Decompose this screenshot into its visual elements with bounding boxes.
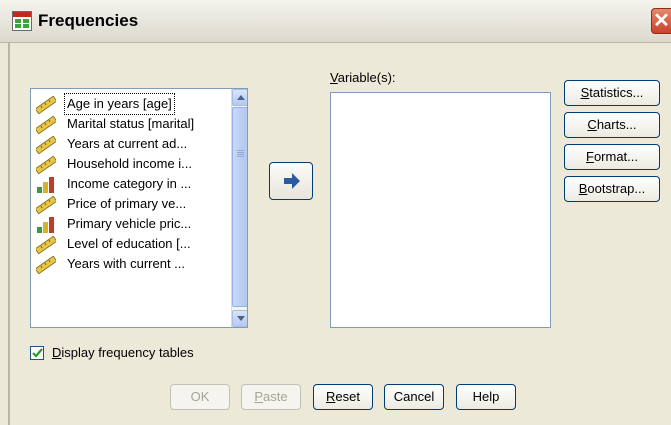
list-item[interactable]: Age in years [age] (35, 93, 231, 115)
display-frequency-tables-label[interactable]: Display frequency tables (52, 345, 194, 360)
scroll-down-arrow-icon[interactable] (232, 310, 247, 327)
title-bar[interactable]: Frequencies ✕ (0, 0, 671, 43)
list-item[interactable]: Household income i... (35, 154, 231, 174)
list-item[interactable]: Years with current ... (35, 254, 231, 274)
variable-label: Income category in ... (67, 176, 192, 191)
list-item[interactable]: Primary vehicle pric... (35, 214, 231, 234)
paste-button[interactable]: Paste (241, 384, 301, 410)
right-arrow-icon (284, 173, 300, 189)
ordinal-bars-icon (35, 215, 55, 233)
move-to-variables-button[interactable] (269, 162, 313, 200)
app-table-icon (12, 11, 32, 31)
variable-label: Years with current ... (67, 256, 186, 271)
variables-label: Variable(s): (330, 70, 396, 85)
format-button[interactable]: Format... (564, 144, 660, 170)
variable-label: Marital status [marital] (67, 116, 195, 131)
list-item[interactable]: Price of primary ve... (35, 194, 231, 214)
ordinal-bars-icon (35, 175, 55, 193)
checkmark-icon (32, 348, 43, 358)
cancel-button[interactable]: Cancel (384, 384, 444, 410)
variable-label: Price of primary ve... (67, 196, 187, 211)
help-button[interactable]: Help (456, 384, 516, 410)
statistics-button[interactable]: Statistics... (564, 80, 660, 106)
variable-label: Primary vehicle pric... (67, 216, 192, 231)
scale-ruler-icon (35, 115, 56, 134)
source-variable-list[interactable]: Age in years [age] Marital status [marit… (30, 88, 248, 328)
grip-icon (237, 150, 244, 151)
list-item[interactable]: Years at current ad... (35, 134, 231, 154)
charts-button[interactable]: Charts... (564, 112, 660, 138)
bootstrap-button[interactable]: Bootstrap... (564, 176, 660, 202)
window-title: Frequencies (38, 11, 139, 30)
list-item[interactable]: Income category in ... (35, 174, 231, 194)
scroll-thumb[interactable] (232, 107, 247, 307)
display-frequency-tables-checkbox[interactable] (30, 346, 44, 360)
scale-ruler-icon (35, 135, 56, 154)
scale-ruler-icon (35, 195, 56, 214)
list-item[interactable]: Level of education [... (35, 234, 231, 254)
scale-ruler-icon (35, 235, 56, 254)
variable-label: Years at current ad... (67, 136, 188, 151)
list-scrollbar[interactable] (231, 89, 247, 327)
variable-label: Level of education [... (67, 236, 191, 251)
target-variable-list[interactable] (330, 92, 551, 328)
scale-ruler-icon (35, 95, 56, 114)
frequencies-dialog: Frequencies ✕ Age in years [age] Marital… (0, 0, 671, 425)
close-button[interactable]: ✕ (651, 8, 671, 34)
scale-ruler-icon (35, 155, 56, 174)
left-frame-edge (8, 42, 10, 425)
scale-ruler-icon (35, 255, 56, 274)
list-item[interactable]: Marital status [marital] (35, 114, 231, 134)
reset-button[interactable]: Reset (313, 384, 373, 410)
variable-label: Household income i... (67, 156, 193, 171)
variable-label: Age in years [age] (64, 93, 175, 115)
scroll-up-arrow-icon[interactable] (232, 89, 247, 106)
ok-button[interactable]: OK (170, 384, 230, 410)
